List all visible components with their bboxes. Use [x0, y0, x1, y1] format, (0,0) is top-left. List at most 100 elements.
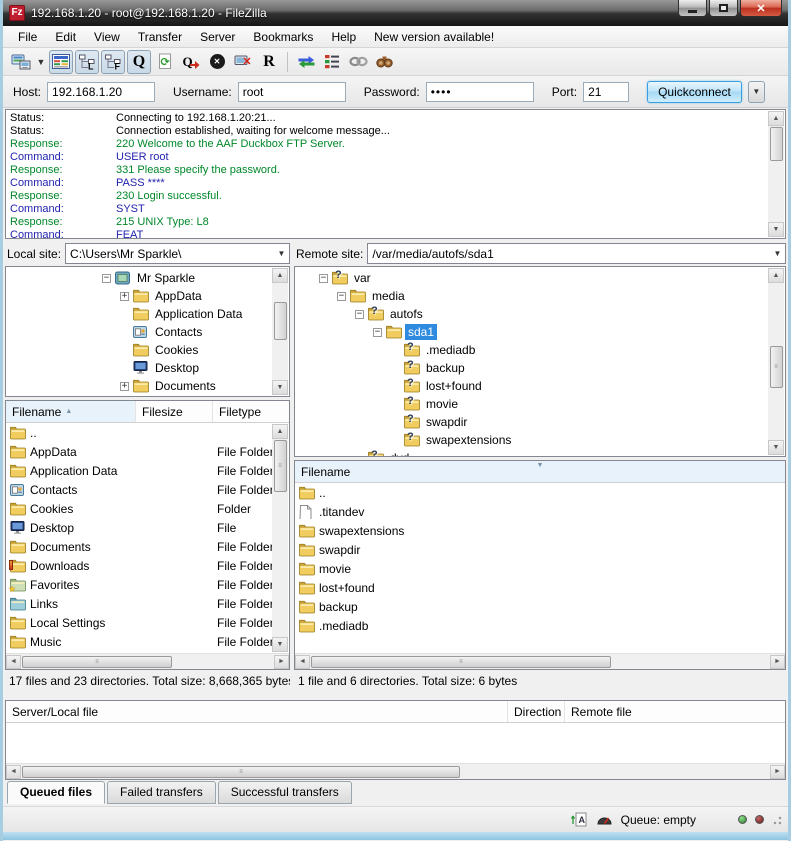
tree-item-label[interactable]: autofs	[387, 306, 426, 322]
remote-tree-item-swapdir[interactable]: ?swapdir	[295, 413, 785, 431]
tree-item-label[interactable]: sda1	[405, 324, 437, 340]
remote-tree-item-sda1[interactable]: − sda1	[295, 323, 785, 341]
scrollbar-thumb[interactable]: ≡	[770, 346, 783, 388]
local-file-row-application-data[interactable]: Application DataFile Folder	[6, 461, 289, 480]
transfer-queue[interactable]: Server/Local fileDirectionRemote file ◄ …	[5, 700, 786, 780]
menu-item-server[interactable]: Server	[191, 28, 244, 46]
local-column-header-filename[interactable]: Filename▲	[6, 401, 136, 422]
toolbar-reconnect-button[interactable]: R	[257, 50, 281, 74]
remote-tree-item-swapextensions[interactable]: ?swapextensions	[295, 431, 785, 449]
local-tree-item-desktop[interactable]: Desktop	[6, 359, 289, 377]
remote-tree-item-backup[interactable]: ?backup	[295, 359, 785, 377]
remote-column-header-filename[interactable]: Filename▼	[295, 461, 785, 482]
remote-file-list[interactable]: Filename▼ ...titandevswapextensionsswapd…	[294, 460, 786, 670]
maximize-button[interactable]	[709, 0, 738, 17]
scrollbar-thumb[interactable]	[274, 302, 287, 340]
local-tree-item-documents[interactable]: +Documents	[6, 377, 289, 395]
local-file-row-links[interactable]: LinksFile Folder	[6, 594, 289, 613]
scroll-up-icon[interactable]: ▲	[768, 268, 784, 283]
tab-queued-files[interactable]: Queued files	[7, 781, 105, 804]
tree-item-label[interactable]: AppData	[152, 288, 205, 304]
tree-item-label[interactable]: media	[369, 288, 408, 304]
collapse-icon[interactable]: −	[337, 292, 346, 301]
toolbar-view-filters-button[interactable]	[320, 50, 344, 74]
remote-file-row-mediadb[interactable]: .mediadb	[295, 616, 785, 635]
tree-item-label[interactable]: Contacts	[152, 324, 205, 340]
remote-site-combo[interactable]: /var/media/autofs/sda1 ▼	[367, 243, 786, 264]
toolbar-toggle-local-tree-button[interactable]: L	[75, 50, 99, 74]
expand-icon[interactable]: +	[120, 292, 129, 301]
scrollbar-thumb[interactable]: ≡	[274, 440, 287, 492]
tree-item-label[interactable]: movie	[423, 396, 461, 412]
toolbar-cancel-button[interactable]: ✕	[205, 50, 229, 74]
tree-item-label[interactable]: Downloads	[152, 396, 217, 397]
scroll-up-icon[interactable]: ▲	[272, 424, 288, 439]
toolbar-refresh-button[interactable]: ⟳	[153, 50, 177, 74]
message-log[interactable]: Status:Connecting to 192.168.1.20:21...S…	[5, 109, 786, 239]
local-file-row-music[interactable]: MusicFile Folder	[6, 632, 289, 651]
local-list-scrollbar[interactable]: ▲ ≡ ▼	[272, 424, 288, 652]
local-file-row-documents[interactable]: DocumentsFile Folder	[6, 537, 289, 556]
local-tree-item-contacts[interactable]: Contacts	[6, 323, 289, 341]
scroll-right-icon[interactable]: ►	[770, 655, 785, 669]
toolbar-toggle-message-log-button[interactable]	[49, 50, 73, 74]
scroll-down-icon[interactable]: ▼	[768, 440, 784, 455]
menu-item-view[interactable]: View	[85, 28, 129, 46]
menu-item-file[interactable]: File	[9, 28, 46, 46]
menu-item-new-version-available[interactable]: New version available!	[365, 28, 503, 46]
local-tree[interactable]: −Mr Sparkle+AppDataApplication DataConta…	[5, 266, 290, 397]
tree-item-label[interactable]: Mr Sparkle	[134, 270, 198, 286]
toolbar-directory-comparison-button[interactable]	[294, 50, 318, 74]
local-file-row-favorites[interactable]: ★FavoritesFile Folder	[6, 575, 289, 594]
resize-grip[interactable]	[772, 815, 782, 825]
tab-successful-transfers[interactable]: Successful transfers	[218, 781, 352, 804]
local-file-row-appdata[interactable]: AppDataFile Folder	[6, 442, 289, 461]
chevron-down-icon[interactable]: ▼	[770, 244, 785, 263]
toolbar-toggle-queue-button[interactable]: Q	[127, 50, 151, 74]
local-tree-item-downloads[interactable]: +Downloads	[6, 395, 289, 397]
remote-file-row-backup[interactable]: backup	[295, 597, 785, 616]
local-tree-item-appdata[interactable]: + AppData	[6, 287, 289, 305]
message-log-scrollbar[interactable]: ▲ ▼	[768, 111, 784, 237]
scroll-up-icon[interactable]: ▲	[768, 111, 784, 126]
local-file-row-contacts[interactable]: ContactsFile Folder	[6, 480, 289, 499]
queue-column-header-remote-file[interactable]: Remote file	[565, 701, 785, 722]
tree-item-label[interactable]: Documents	[152, 378, 219, 394]
local-site-combo[interactable]: C:\Users\Mr Sparkle\ ▼	[65, 243, 290, 264]
password-input[interactable]	[426, 82, 534, 102]
menu-item-help[interactable]: Help	[322, 28, 365, 46]
local-column-header-filesize[interactable]: Filesize	[136, 401, 213, 422]
scroll-left-icon[interactable]: ◄	[6, 765, 21, 779]
remote-tree-item-lost-found[interactable]: ?lost+found	[295, 377, 785, 395]
scrollbar-thumb[interactable]: ≡	[22, 656, 172, 668]
tree-item-label[interactable]: .mediadb	[423, 342, 478, 358]
local-file-row-[interactable]: ..	[6, 423, 289, 442]
remote-tree-item-autofs[interactable]: −?autofs	[295, 305, 785, 323]
remote-list-hscrollbar[interactable]: ◄ ≡ ►	[295, 653, 785, 669]
scrollbar-thumb[interactable]	[770, 127, 783, 161]
remote-file-row-[interactable]: ..	[295, 483, 785, 502]
tree-item-label[interactable]: lost+found	[423, 378, 485, 394]
minimize-button[interactable]	[678, 0, 707, 17]
quickconnect-dropdown-button[interactable]: ▼	[748, 81, 765, 103]
quickconnect-button[interactable]: Quickconnect	[647, 81, 742, 103]
local-file-row-cookies[interactable]: CookiesFolder	[6, 499, 289, 518]
toolbar-disconnect-button[interactable]: ✕	[231, 50, 255, 74]
toolbar-find-files-button[interactable]	[372, 50, 396, 74]
tree-item-label[interactable]: Cookies	[152, 342, 201, 358]
tree-item-label[interactable]: swapdir	[423, 414, 470, 430]
close-button[interactable]: ✕	[740, 0, 782, 17]
toolbar-process-queue-button[interactable]: Q	[179, 50, 203, 74]
remote-tree-item-movie[interactable]: ?movie	[295, 395, 785, 413]
chevron-down-icon[interactable]: ▼	[274, 244, 289, 263]
collapse-icon[interactable]: −	[373, 328, 382, 337]
remote-tree-item-dvd[interactable]: ?dvd	[295, 449, 785, 457]
remote-file-row-swapdir[interactable]: swapdir	[295, 540, 785, 559]
scroll-down-icon[interactable]: ▼	[768, 222, 784, 237]
local-list-hscrollbar[interactable]: ◄ ≡ ►	[6, 653, 289, 669]
tree-item-label[interactable]: dvd	[387, 450, 412, 457]
toolbar-site-manager-dropdown[interactable]: ▼	[35, 50, 47, 74]
remote-tree[interactable]: −?var−media−?autofs−sda1?.mediadb?backup…	[294, 266, 786, 457]
local-tree-item-mr-sparkle[interactable]: −Mr Sparkle	[6, 269, 289, 287]
remote-tree-item-mediadb[interactable]: ?.mediadb	[295, 341, 785, 359]
